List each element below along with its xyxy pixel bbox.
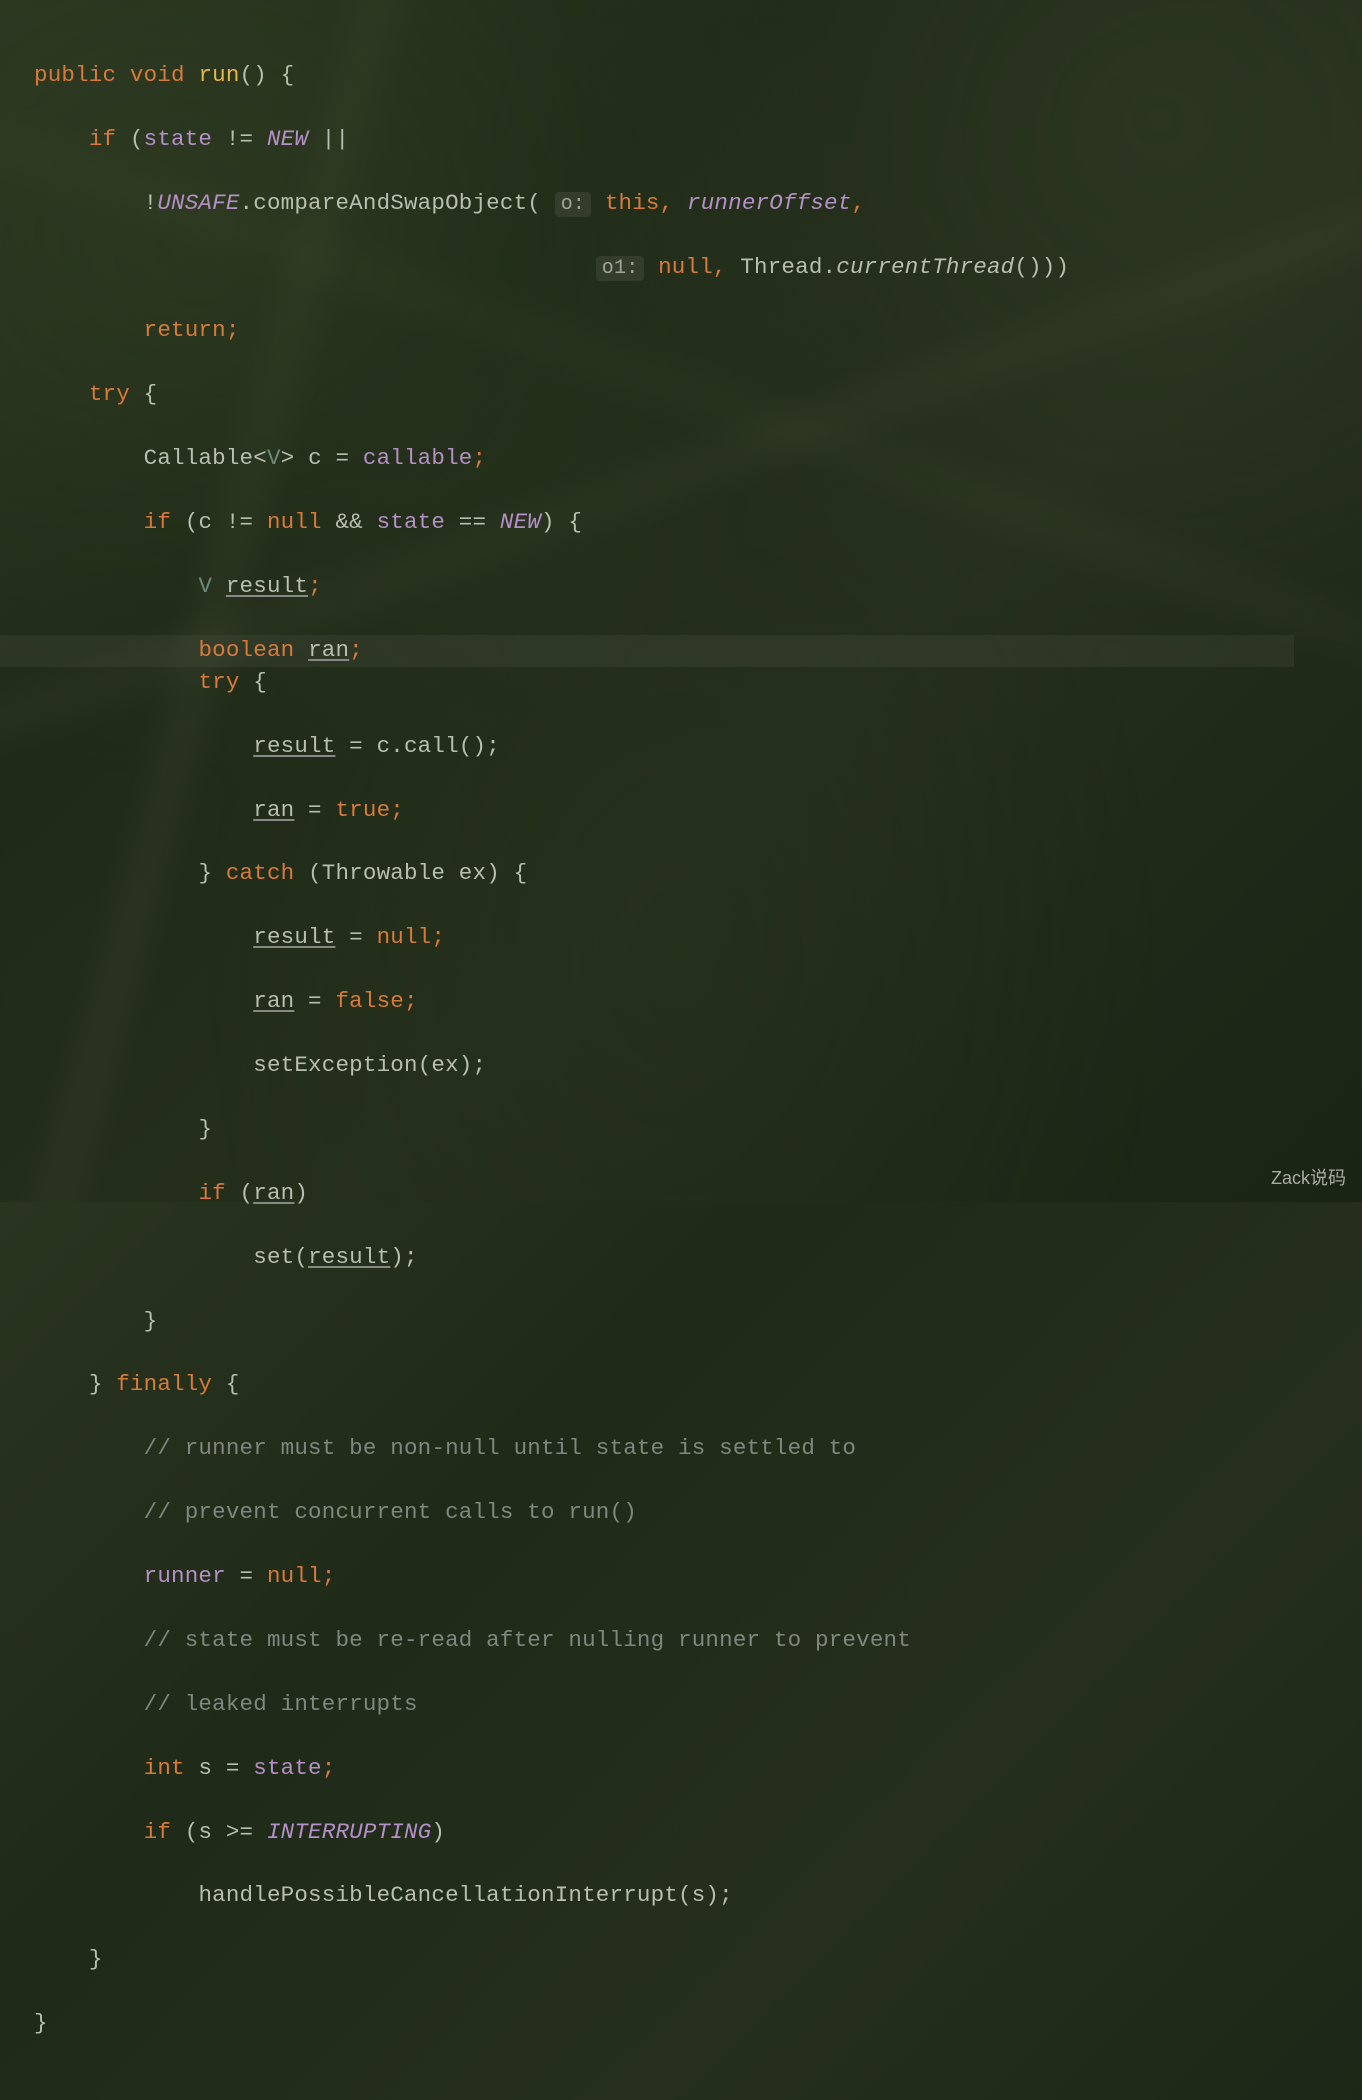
method-set: set xyxy=(253,1244,294,1270)
code-line-27: // leaked interrupts xyxy=(34,1689,1328,1721)
code-line-9: V result; xyxy=(34,571,1328,603)
code-editor[interactable]: public void run() { if (state != NEW || … xyxy=(0,0,1362,2100)
code-line-24: // prevent concurrent calls to run() xyxy=(34,1497,1328,1529)
var-result: result xyxy=(226,573,308,599)
var-result: result xyxy=(253,733,335,759)
code-line-7: Callable<V> c = callable; xyxy=(34,443,1328,475)
generic-v: V xyxy=(267,445,281,471)
method-handleinterrupt: handlePossibleCancellationInterrupt xyxy=(198,1882,678,1908)
keyword-void: void xyxy=(130,62,185,88)
keyword-false: false xyxy=(335,988,404,1014)
code-line-32: } xyxy=(34,2008,1328,2040)
code-line-22: } finally { xyxy=(34,1369,1328,1401)
code-line-16: ran = false; xyxy=(34,986,1328,1018)
code-line-26: // state must be re-read after nulling r… xyxy=(34,1625,1328,1657)
keyword-try: try xyxy=(89,381,130,407)
code-line-4: o1: null, Thread.currentThread())) xyxy=(34,252,1328,284)
var-ran: ran xyxy=(308,637,349,663)
const-new: NEW xyxy=(267,126,308,152)
comment: // prevent concurrent calls to run() xyxy=(144,1499,637,1525)
method-run: run xyxy=(198,62,239,88)
code-line-17: setException(ex); xyxy=(34,1050,1328,1082)
comment: // runner must be non-null until state i… xyxy=(144,1435,857,1461)
keyword-public: public xyxy=(34,62,116,88)
code-line-6: try { xyxy=(34,379,1328,411)
keyword-if: if xyxy=(144,509,171,535)
watermark: Zack说码 xyxy=(1271,1164,1346,1190)
keyword-null: null xyxy=(377,924,432,950)
code-line-30: handlePossibleCancellationInterrupt(s); xyxy=(34,1880,1328,1912)
method-cas: compareAndSwapObject xyxy=(253,190,527,216)
code-line-23: // runner must be non-null until state i… xyxy=(34,1433,1328,1465)
field-callable: callable xyxy=(363,445,473,471)
field-state: state xyxy=(253,1755,322,1781)
param-runneroffset: runnerOffset xyxy=(687,190,851,216)
class-thread: Thread xyxy=(740,254,822,280)
code-line-21: } xyxy=(34,1306,1328,1338)
const-interrupting: INTERRUPTING xyxy=(267,1819,431,1845)
keyword-boolean: boolean xyxy=(198,637,294,663)
keyword-true: true xyxy=(335,797,390,823)
keyword-null: null xyxy=(267,1563,322,1589)
code-line-28: int s = state; xyxy=(34,1753,1328,1785)
keyword-if: if xyxy=(89,126,116,152)
keyword-null: null xyxy=(267,509,322,535)
field-state: state xyxy=(377,509,446,535)
code-line-15: result = null; xyxy=(34,922,1328,954)
type-throwable: Throwable xyxy=(322,860,445,886)
code-line-18: } xyxy=(34,1114,1328,1146)
generic-v: V xyxy=(198,573,212,599)
comment: // leaked interrupts xyxy=(144,1691,418,1717)
code-line-2: if (state != NEW || xyxy=(34,124,1328,156)
code-line-12: result = c.call(); xyxy=(34,731,1328,763)
var-ran: ran xyxy=(253,797,294,823)
code-line-19: if (ran) xyxy=(34,1178,1328,1210)
param-hint-o: o: xyxy=(555,192,591,217)
type-callable: Callable xyxy=(144,445,254,471)
code-line-3: !UNSAFE.compareAndSwapObject( o: this, r… xyxy=(34,188,1328,220)
code-line-25: runner = null; xyxy=(34,1561,1328,1593)
code-line-31: } xyxy=(34,1944,1328,1976)
keyword-finally: finally xyxy=(116,1371,212,1397)
var-result: result xyxy=(308,1244,390,1270)
code-line-11: try { xyxy=(34,667,1328,699)
code-line-5: return; xyxy=(34,315,1328,347)
keyword-if: if xyxy=(144,1819,171,1845)
keyword-null: null xyxy=(658,254,713,280)
keyword-return: return xyxy=(144,317,226,343)
field-state: state xyxy=(144,126,213,152)
code-line-29: if (s >= INTERRUPTING) xyxy=(34,1817,1328,1849)
field-unsafe: UNSAFE xyxy=(157,190,239,216)
code-line-10-highlighted: boolean ran; xyxy=(0,635,1294,667)
var-result: result xyxy=(253,924,335,950)
code-line-1: public void run() { xyxy=(34,60,1328,92)
comment: // state must be re-read after nulling r… xyxy=(144,1627,911,1653)
code-line-20: set(result); xyxy=(34,1242,1328,1274)
field-runner: runner xyxy=(144,1563,226,1589)
keyword-int: int xyxy=(144,1755,185,1781)
keyword-this: this xyxy=(605,190,660,216)
method-setexception: setException xyxy=(253,1052,417,1078)
method-call: call xyxy=(404,733,459,759)
param-hint-o1: o1: xyxy=(596,256,645,281)
var-ran: ran xyxy=(253,988,294,1014)
keyword-try: try xyxy=(198,669,239,695)
code-line-14: } catch (Throwable ex) { xyxy=(34,858,1328,890)
const-new: NEW xyxy=(500,509,541,535)
code-line-8: if (c != null && state == NEW) { xyxy=(34,507,1328,539)
code-line-13: ran = true; xyxy=(34,795,1328,827)
method-currentthread: currentThread xyxy=(836,254,1014,280)
keyword-catch: catch xyxy=(226,860,295,886)
